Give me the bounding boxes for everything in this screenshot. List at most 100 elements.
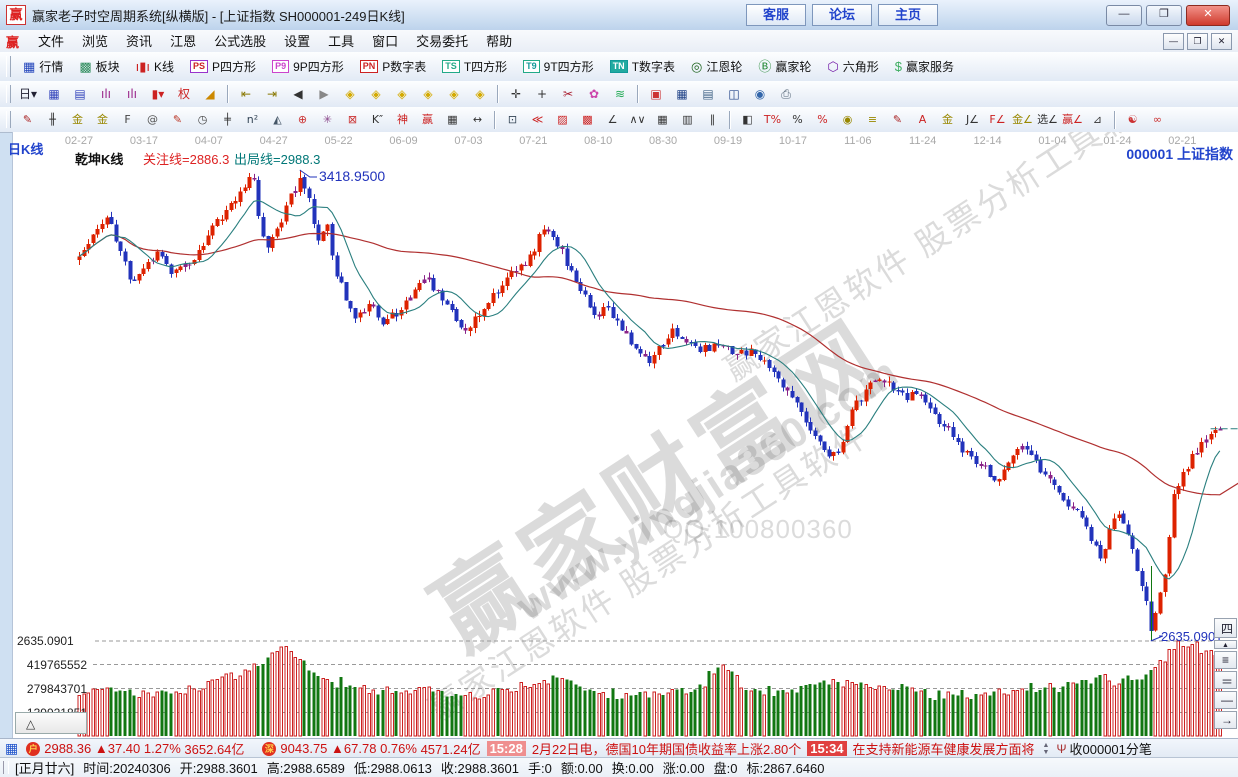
gold-angle-button[interactable]: 金	[936, 109, 959, 130]
menu-item-formula-stock-pick[interactable]: 公式选股	[205, 34, 275, 49]
gold-section-button[interactable]: 金	[91, 109, 114, 130]
mdi-minimize-button[interactable]: —	[1163, 33, 1184, 50]
span-measure-button[interactable]: ↔	[466, 109, 489, 130]
close-button[interactable]: ✕	[1186, 5, 1230, 26]
gann-arrow-6-button[interactable]: ◈	[468, 84, 492, 105]
draw-pen-button[interactable]: ✎	[16, 109, 39, 130]
menu-item-gann[interactable]: 江恩	[161, 34, 205, 49]
menu-item-browse[interactable]: 浏览	[73, 34, 117, 49]
triangle-button[interactable]: ◭	[266, 109, 289, 130]
win-tool-button[interactable]: 赢	[416, 109, 439, 130]
shen-tool-button[interactable]: 神	[391, 109, 414, 130]
menu-item-tools[interactable]: 工具	[319, 34, 363, 49]
infinity-button[interactable]: ∞	[1146, 109, 1169, 130]
candle-style-button[interactable]: ▮▾	[146, 84, 170, 105]
forum-button[interactable]: 论坛	[812, 4, 872, 26]
minimize-button[interactable]: —	[1106, 5, 1142, 26]
toolbar-p-number-table-button[interactable]: PNP数字表	[354, 55, 435, 78]
go-right-button[interactable]: →	[1214, 711, 1237, 729]
angle-button[interactable]: ∠	[601, 109, 624, 130]
zigzag-button[interactable]: ∧∨	[626, 109, 649, 130]
menu-item-file[interactable]: 文件	[29, 34, 73, 49]
scroll-up-button[interactable]: ▲	[1214, 640, 1237, 649]
toolbar-hexagon-button[interactable]: ⬡六角形	[821, 55, 886, 78]
gold-bands-button[interactable]: ≡	[861, 109, 884, 130]
f-angle-button[interactable]: F∠	[986, 109, 1009, 130]
pan-hand-button[interactable]: ✛	[504, 84, 528, 105]
menu-item-window[interactable]: 窗口	[363, 34, 407, 49]
tick-feed-label[interactable]: 收000001分笔	[1070, 739, 1152, 758]
j-angle-button[interactable]: J∠	[961, 109, 984, 130]
bar-width-1-button[interactable]: —	[1214, 691, 1237, 709]
kline-chart-canvas[interactable]: 02-2703-1704-0704-2705-2206-0907-0307-21…	[13, 132, 1238, 738]
gann-arrow-5-button[interactable]: ◈	[442, 84, 466, 105]
select-angle-button[interactable]: 选∠	[1036, 109, 1059, 130]
nav-last-button[interactable]: ⇥	[260, 84, 284, 105]
gann-arrow-1-button[interactable]: ◈	[338, 84, 362, 105]
toolbar-winner-service-button[interactable]: $赢家服务	[889, 55, 962, 78]
gann-grid-button[interactable]: ╫	[41, 109, 64, 130]
fib-lines-button[interactable]: F	[116, 109, 139, 130]
k-note-button[interactable]: K″	[366, 109, 389, 130]
percent-box-button[interactable]: ◧	[736, 109, 759, 130]
adjust-rights-button[interactable]: 权	[172, 84, 196, 105]
info-panel-button[interactable]: ▤	[68, 84, 92, 105]
toolbar-p-square-button[interactable]: PSP四方形	[184, 55, 264, 78]
time-cycle-button[interactable]: ◷	[191, 109, 214, 130]
toolbar-9p-square-button[interactable]: P99P四方形	[266, 55, 352, 78]
notes-button[interactable]: ▤	[696, 84, 720, 105]
menu-item-news[interactable]: 资讯	[117, 34, 161, 49]
calculator-button[interactable]: ▦	[670, 84, 694, 105]
bar-width-4-button[interactable]: 四	[1214, 618, 1237, 638]
wave-lines-button[interactable]: ≋	[608, 84, 632, 105]
percent-line-button[interactable]: %	[811, 109, 834, 130]
fine-grid-button[interactable]: ▦	[441, 109, 464, 130]
bars-9-button[interactable]: ılı	[120, 84, 144, 105]
bars-3-button[interactable]: ılı	[94, 84, 118, 105]
parallel-button[interactable]: ∥	[701, 109, 724, 130]
box-select-button[interactable]: ⊡	[501, 109, 524, 130]
star-circle-button[interactable]: ✳	[316, 109, 339, 130]
toolbar-sectors-button[interactable]: ▩板块	[73, 55, 127, 78]
toolbar-winner-wheel-button[interactable]: Ⓑ赢家轮	[752, 55, 819, 78]
price-grid-button[interactable]: ╪	[216, 109, 239, 130]
save-button[interactable]: ◫	[722, 84, 746, 105]
mark-pen-button[interactable]: ✎	[166, 109, 189, 130]
circle-cross-button[interactable]: ⊕	[291, 109, 314, 130]
gann-arrow-4-button[interactable]: ◈	[416, 84, 440, 105]
percent-button[interactable]: %	[786, 109, 809, 130]
nav-prev-button[interactable]: ◀	[286, 84, 310, 105]
export-button[interactable]: ◉	[748, 84, 772, 105]
toolbar-quotes-button[interactable]: ▦行情	[17, 55, 71, 78]
toolbar-t-number-table-button[interactable]: TNT数字表	[604, 55, 683, 78]
kline-chart-area[interactable]: 赢家财富网赢家江恩软件 股票分析工具软件赢家江恩软件 股票分析工具软件www.y…	[12, 132, 1238, 738]
vert-grid-button[interactable]: ▥	[676, 109, 699, 130]
news-ticker-item[interactable]: 在支持新能源车健康发展方面将	[853, 739, 1035, 758]
news-scroll-spinner[interactable]: ▲▼	[1043, 742, 1050, 756]
gold-lines-button[interactable]: 金	[66, 109, 89, 130]
erase-segment-button[interactable]: ✂	[556, 84, 580, 105]
hatch-grid-button[interactable]: ▩	[576, 109, 599, 130]
gold-angle-line-button[interactable]: 金∠	[1011, 109, 1034, 130]
multi-chart-button[interactable]: ▦	[42, 84, 66, 105]
bar-width-3-button[interactable]: ≡	[1214, 651, 1237, 669]
t-percent-button[interactable]: T%	[761, 109, 784, 130]
gann-arrow-3-button[interactable]: ◈	[390, 84, 414, 105]
mdi-close-button[interactable]: ✕	[1211, 33, 1232, 50]
zoom-out-button[interactable]: △	[15, 712, 87, 734]
stamp-button[interactable]: ✿	[582, 84, 606, 105]
wave-count-button[interactable]: A	[911, 109, 934, 130]
period-dropdown-button[interactable]: 日▾	[16, 84, 40, 105]
sz-index-price[interactable]: 9043.75	[280, 741, 327, 756]
menu-item-settings[interactable]: 设置	[275, 34, 319, 49]
spiral-button[interactable]: @	[141, 109, 164, 130]
maximize-button[interactable]: ❐	[1146, 5, 1182, 26]
toolbar-gann-wheel-button[interactable]: ◎江恩轮	[685, 55, 750, 78]
crosshair-button[interactable]: +	[530, 84, 554, 105]
toolbar-t-square-button[interactable]: TST四方形	[436, 55, 515, 78]
hatch-box-button[interactable]: ▨	[551, 109, 574, 130]
delta-button[interactable]: ⊿	[1086, 109, 1109, 130]
menu-item-help[interactable]: 帮助	[477, 34, 521, 49]
grid-box-button[interactable]: ▦	[651, 109, 674, 130]
customer-service-button[interactable]: 客服	[746, 4, 806, 26]
